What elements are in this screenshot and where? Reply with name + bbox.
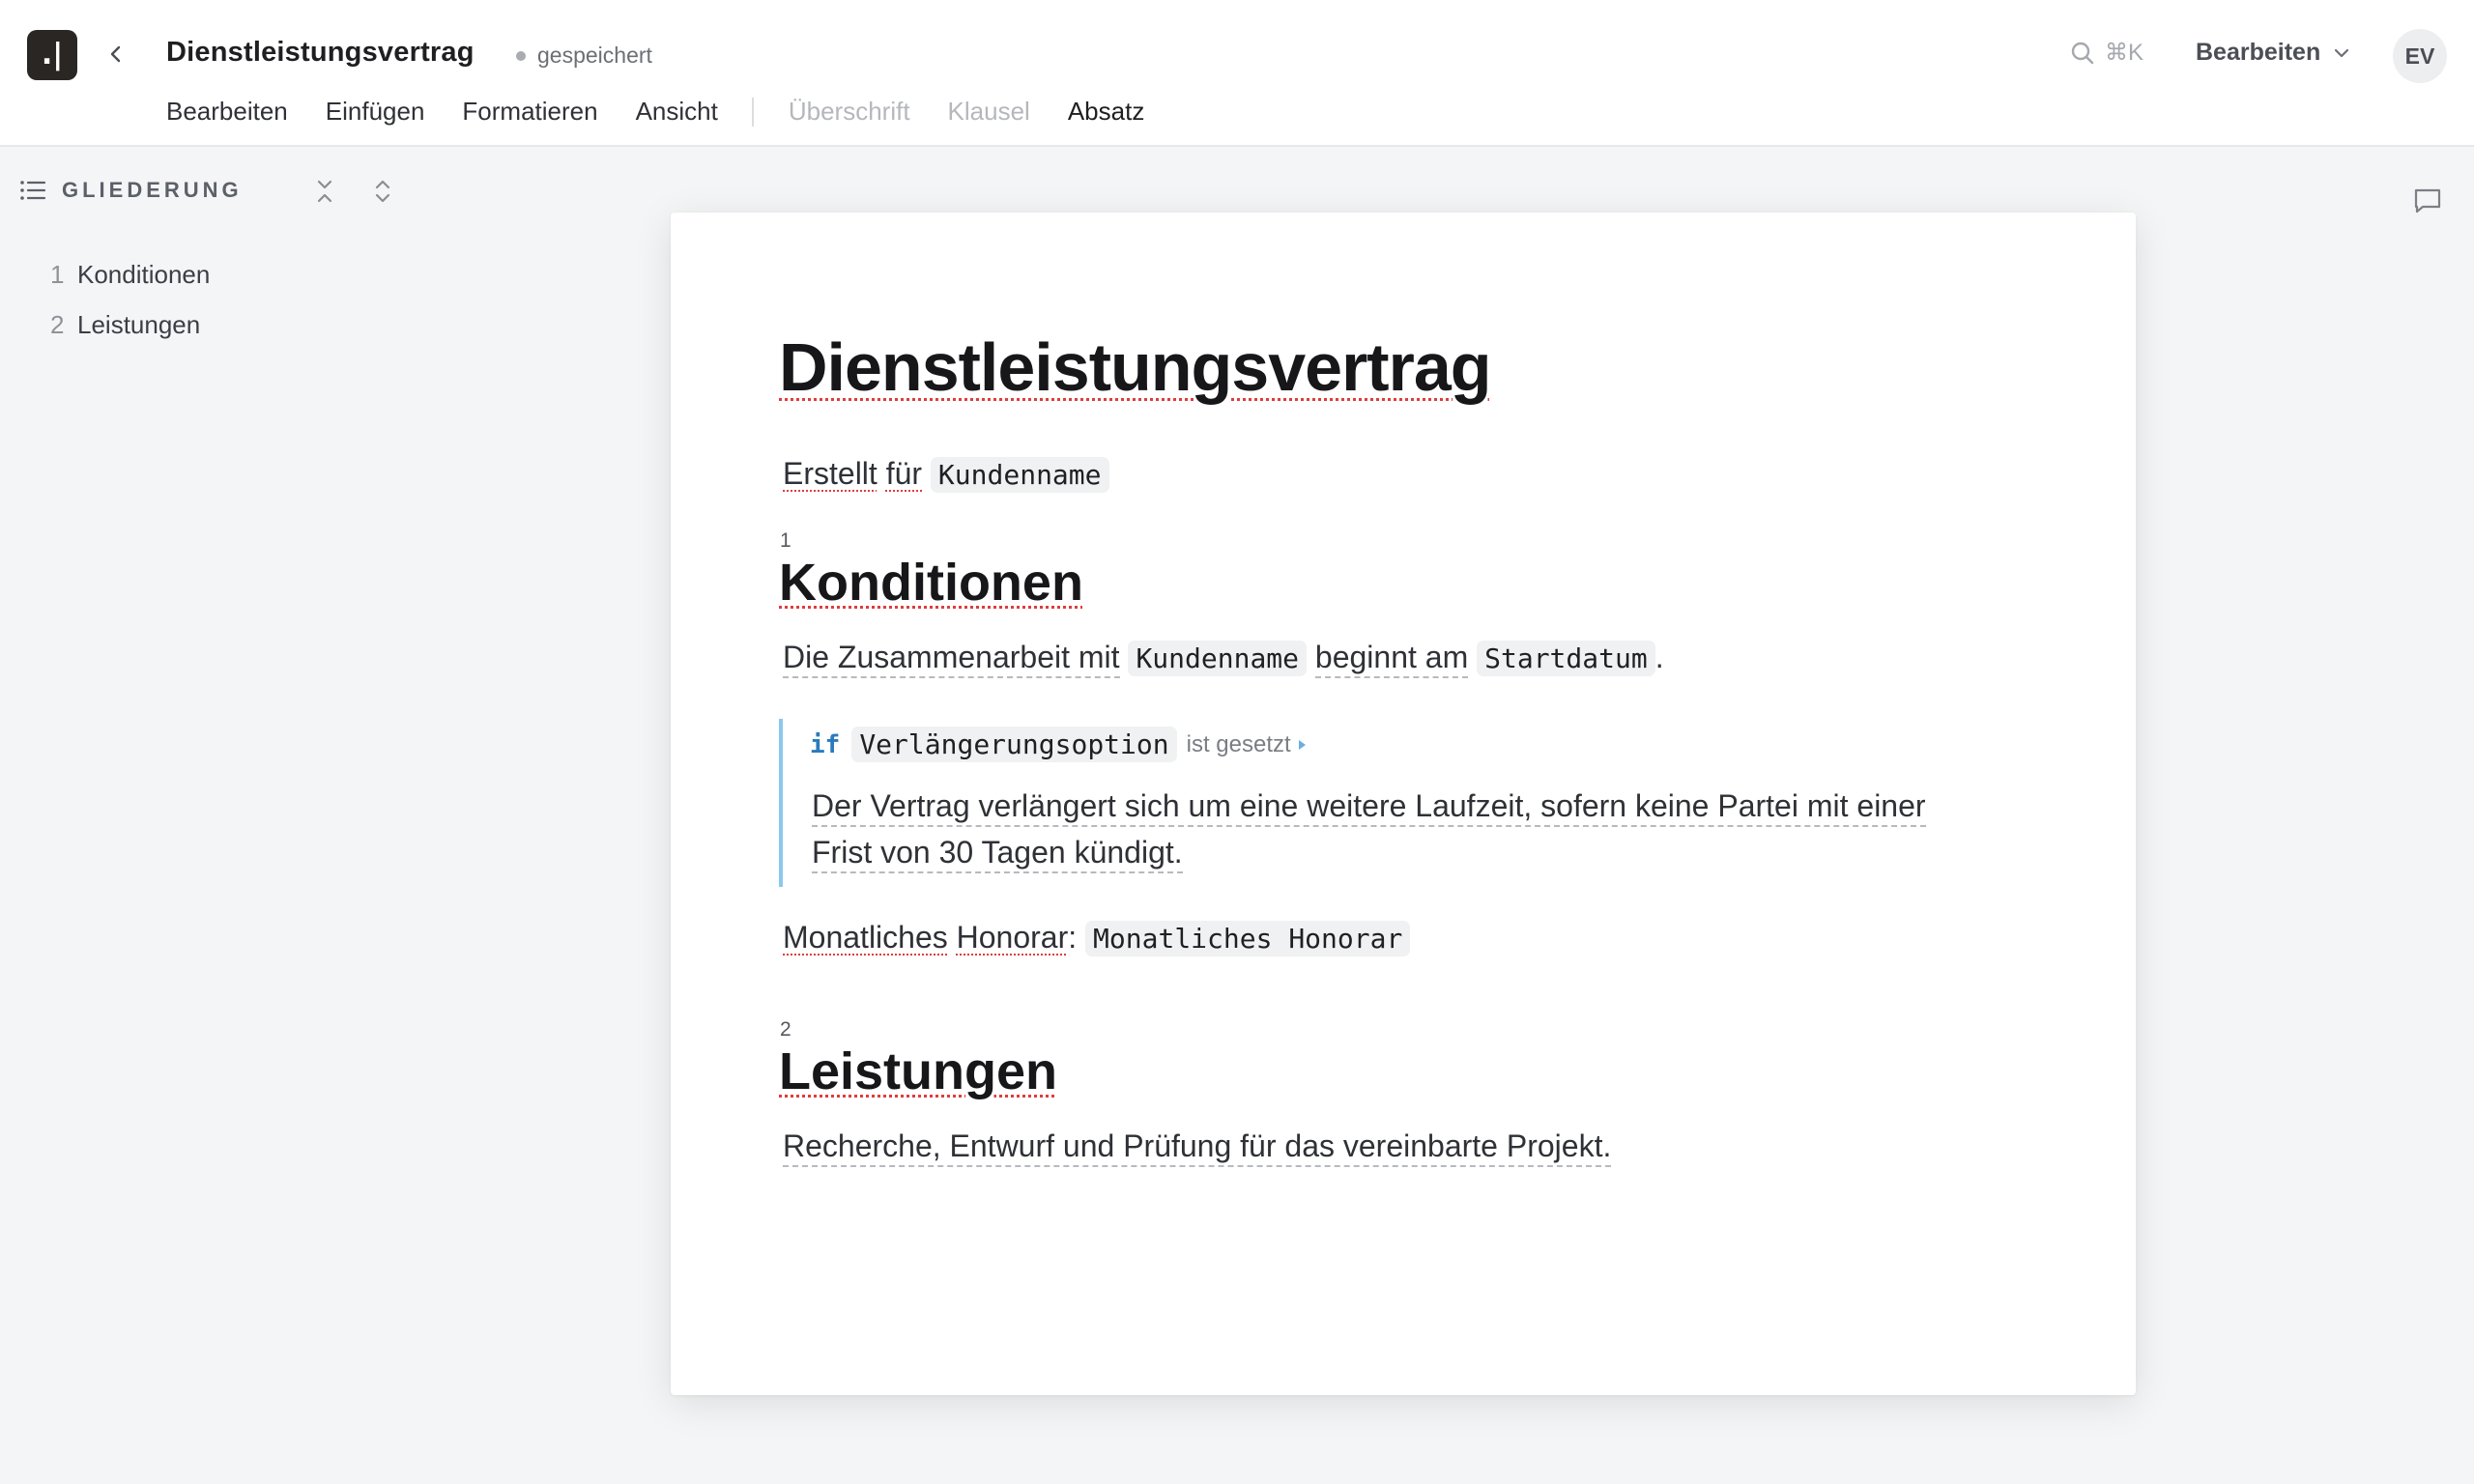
- paragraph-start[interactable]: Die Zusammenarbeit mit Kundenname beginn…: [783, 640, 1664, 678]
- text-run: beginnt am: [1314, 640, 1469, 678]
- outline-item-number: 1: [50, 259, 65, 289]
- chevron-left-icon: [110, 45, 121, 63]
- text-run: :: [1068, 920, 1078, 955]
- text-run: Monatliches: [783, 920, 948, 955]
- condition-operator[interactable]: ist gesetzt: [1187, 731, 1291, 758]
- back-button[interactable]: [97, 35, 135, 73]
- text-run: Erstellt: [783, 456, 877, 491]
- section-title-konditionen[interactable]: Konditionen: [779, 553, 1083, 613]
- variable-chip-monatliches-honorar[interactable]: Monatliches Honorar: [1085, 921, 1411, 956]
- text-run: Recherche, Entwurf und Prüfung für das v…: [783, 1128, 1612, 1167]
- style-clause[interactable]: Klausel: [948, 97, 1030, 127]
- collapse-icon: [317, 180, 332, 203]
- menu-insert[interactable]: Einfügen: [326, 97, 425, 127]
- outline-header: GLIEDERUNG: [19, 178, 406, 203]
- comments-button[interactable]: [2410, 184, 2445, 218]
- menu-format[interactable]: Formatieren: [462, 97, 597, 127]
- created-for-line[interactable]: Erstellt für Kundenname: [783, 456, 1109, 493]
- menu-divider: [751, 97, 754, 127]
- mode-label: Bearbeiten: [2196, 39, 2321, 66]
- collapse-all-button[interactable]: [309, 176, 340, 207]
- chevron-down-icon: [2335, 48, 2349, 57]
- mode-dropdown[interactable]: Bearbeiten: [2196, 39, 2351, 67]
- style-heading[interactable]: Überschrift: [789, 97, 910, 127]
- text-run: Der Vertrag verlängert sich um eine weit…: [812, 788, 1926, 873]
- save-status-label: gespeichert: [537, 43, 652, 68]
- outline-item-konditionen[interactable]: 1 Konditionen: [50, 249, 210, 300]
- text-run: für: [885, 456, 923, 491]
- document-heading[interactable]: Dienstleistungsvertrag: [779, 328, 1492, 406]
- condition-header[interactable]: if Verlängerungsoption ist gesetzt: [810, 727, 1306, 762]
- menu-edit[interactable]: Bearbeiten: [166, 97, 288, 127]
- search-shortcut: ⌘K: [2105, 40, 2144, 66]
- expand-icon: [375, 180, 390, 203]
- outline-list: 1 Konditionen 2 Leistungen: [50, 249, 210, 350]
- variable-chip-startdatum[interactable]: Startdatum: [1477, 641, 1655, 676]
- fee-line[interactable]: Monatliches Honorar: Monatliches Honorar: [783, 920, 1411, 956]
- text-run: Die Zusammenarbeit mit: [783, 640, 1120, 678]
- text-run: .: [1654, 640, 1664, 674]
- comment-icon: [2414, 188, 2441, 214]
- variable-chip-kundenname[interactable]: Kundenname: [1128, 641, 1308, 676]
- user-avatar[interactable]: EV: [2393, 29, 2447, 83]
- search-icon: [2071, 42, 2094, 64]
- outline-title: GLIEDERUNG: [62, 178, 243, 202]
- search-button[interactable]: ⌘K: [2070, 39, 2143, 67]
- app-logo[interactable]: .|: [27, 30, 77, 80]
- outline-item-label: Leistungen: [77, 309, 201, 339]
- outline-item-label: Konditionen: [77, 259, 211, 289]
- paragraph-services[interactable]: Recherche, Entwurf und Prüfung für das v…: [783, 1128, 1612, 1167]
- conditional-block[interactable]: if Verlängerungsoption ist gesetzt Der V…: [779, 719, 1997, 887]
- variable-chip-verlaengerungsoption[interactable]: Verlängerungsoption: [851, 727, 1177, 762]
- list-icon: [20, 181, 46, 200]
- text-run: Honorar: [956, 920, 1069, 955]
- menu-bar: Bearbeiten Einfügen Formatieren Ansicht …: [166, 97, 1182, 127]
- status-dot: [516, 50, 526, 61]
- document-page[interactable]: Dienstleistungsvertrag Erstellt für Kund…: [671, 213, 2136, 1395]
- menu-view[interactable]: Ansicht: [636, 97, 718, 127]
- section-title-leistungen[interactable]: Leistungen: [779, 1042, 1057, 1101]
- condition-keyword: if: [810, 729, 841, 759]
- section-number: 2: [780, 1018, 791, 1041]
- save-status: gespeichert: [516, 43, 652, 69]
- caret-right-icon[interactable]: [1298, 739, 1306, 750]
- outline-item-number: 2: [50, 309, 65, 339]
- expand-all-button[interactable]: [367, 176, 398, 207]
- style-paragraph[interactable]: Absatz: [1068, 97, 1145, 127]
- document-title[interactable]: Dienstleistungsvertrag: [166, 37, 475, 69]
- variable-chip-kundenname[interactable]: Kundenname: [930, 457, 1109, 493]
- outline-item-leistungen[interactable]: 2 Leistungen: [50, 300, 210, 350]
- conditional-clause-text[interactable]: Der Vertrag verlängert sich um eine weit…: [812, 783, 1991, 875]
- top-bar: .| Dienstleistungsvertrag gespeichert ⌘K…: [0, 0, 2474, 147]
- section-number: 1: [780, 529, 791, 552]
